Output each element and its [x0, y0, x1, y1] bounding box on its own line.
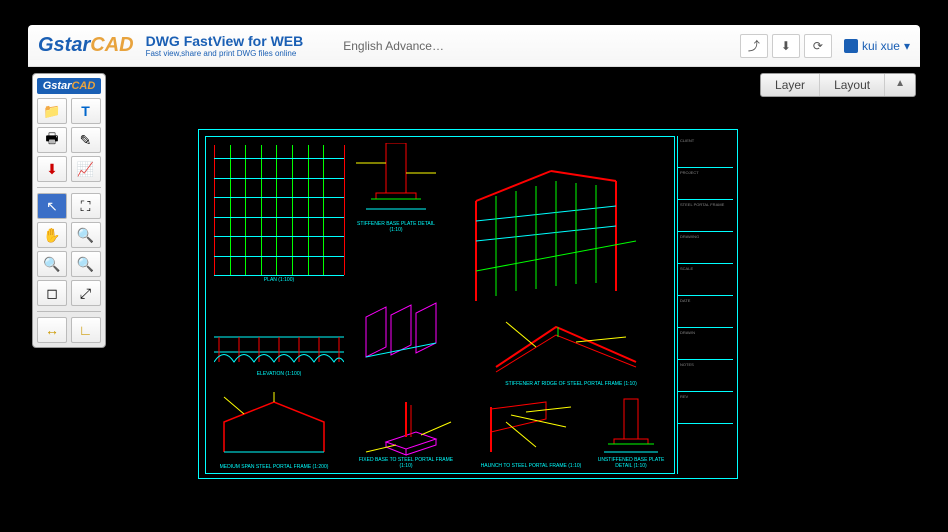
folder-icon: 📁 — [43, 103, 60, 120]
angle-icon: ∟ — [79, 322, 93, 338]
canvas-area[interactable]: GstarCAD 📁 T 🖶 ✎ ⬇ 📈 ↖ ⛶ ✋ 🔍 🔍 🔍 ◻ ⤢ ↔ — [28, 67, 920, 505]
plan-label: PLAN (1:100) — [214, 277, 344, 283]
logo-text-1: Gstar — [38, 34, 90, 56]
print-icon: 🖶 — [45, 128, 58, 152]
download-icon: ⬇ — [781, 39, 791, 53]
print-button[interactable]: 🖶 — [37, 127, 67, 153]
separator-2 — [37, 311, 101, 312]
tb-logo-2: CAD — [71, 80, 95, 92]
fit-button[interactable]: ⤢ — [71, 280, 101, 306]
header-bar: GstarCAD DWG FastView for WEB Fast view,… — [28, 25, 920, 67]
info-date: DATE — [678, 296, 733, 328]
info-rev: REV — [678, 392, 733, 424]
toolbar-logo: GstarCAD — [37, 78, 101, 94]
user-icon — [844, 39, 858, 53]
stiffener-label: STIFFENER AT RIDGE OF STEEL PORTAL FRAME… — [486, 381, 656, 387]
haunch-label: HAUNCH TO STEEL PORTAL FRAME (1:10) — [476, 463, 586, 469]
ruler-icon: ↔ — [45, 322, 59, 338]
logo-text-2: CAD — [90, 34, 133, 56]
refresh-icon: ⟳ — [813, 39, 823, 53]
haunch-detail: HAUNCH TO STEEL PORTAL FRAME (1:10) — [476, 397, 586, 469]
chart-icon: 📈 — [77, 161, 94, 178]
info-drawing: DRAWING — [678, 232, 733, 264]
ubase-label: UNSTIFFENED BASE PLATE DETAIL (1:10) — [596, 457, 666, 469]
info-title: STEEL PORTAL FRAME — [678, 200, 733, 232]
drawing-frame: PLAN (1:100) STIFFENER BASE PLATE DETAIL… — [205, 136, 675, 474]
right-panel: Layer Layout ▲ — [760, 73, 916, 97]
pan-button[interactable]: ✋ — [37, 222, 67, 248]
extents-button[interactable]: ⛶ — [71, 193, 101, 219]
angle-button[interactable]: ∟ — [71, 317, 101, 343]
open-button[interactable]: 📁 — [37, 98, 67, 124]
window-button[interactable]: ◻ — [37, 280, 67, 306]
zoom-in-icon: 🔍 — [43, 256, 60, 273]
left-toolbar: GstarCAD 📁 T 🖶 ✎ ⬇ 📈 ↖ ⛶ ✋ 🔍 🔍 🔍 ◻ ⤢ ↔ — [32, 73, 106, 348]
elevation-label: ELEVATION (1:100) — [214, 371, 344, 377]
share-button[interactable]: ⤴ — [740, 34, 768, 58]
chart-button[interactable]: 📈 — [71, 156, 101, 182]
text-icon: T — [81, 103, 90, 119]
user-menu[interactable]: kui xue ▾ — [844, 39, 910, 53]
portal-frame: MEDIUM SPAN STEEL PORTAL FRAME (1:200) — [214, 392, 334, 470]
elevation-view: ELEVATION (1:100) — [214, 307, 344, 377]
language-selector[interactable]: English Advance… — [343, 39, 444, 53]
title-block: DWG FastView for WEB Fast view,share and… — [146, 33, 304, 58]
refresh-button[interactable]: ⟳ — [804, 34, 832, 58]
tab-layer[interactable]: Layer — [761, 74, 820, 96]
info-scale: SCALE — [678, 264, 733, 296]
window-icon: ◻ — [46, 285, 58, 302]
user-name: kui xue — [862, 39, 900, 53]
select-button[interactable]: ↖ — [37, 193, 67, 219]
ridge-stiffener: STIFFENER AT RIDGE OF STEEL PORTAL FRAME… — [486, 317, 656, 387]
tab-layout[interactable]: Layout — [820, 74, 885, 96]
app-title: DWG FastView for WEB — [146, 33, 304, 49]
cursor-icon: ↖ — [46, 198, 58, 215]
fixed-base: FIXED BASE TO STEEL PORTAL FRAME (1:10) — [356, 397, 456, 469]
zoom-out-button[interactable]: 🔍 — [71, 251, 101, 277]
detail1-label: STIFFENER BASE PLATE DETAIL (1:10) — [356, 221, 436, 233]
unstiffened-base: UNSTIFFENED BASE PLATE DETAIL (1:10) — [596, 397, 666, 469]
info-client: CLIENT — [678, 136, 733, 168]
zoom-out-icon: 🔍 — [77, 256, 94, 273]
title-block-column: CLIENT PROJECT STEEL PORTAL FRAME DRAWIN… — [677, 136, 733, 474]
user-caret-icon: ▾ — [904, 39, 910, 53]
text-button[interactable]: T — [71, 98, 101, 124]
toolbar-grid: 📁 T 🖶 ✎ ⬇ 📈 ↖ ⛶ ✋ 🔍 🔍 🔍 ◻ ⤢ ↔ ∟ — [37, 98, 101, 343]
pdf-icon: ⬇ — [46, 161, 58, 178]
fit-icon: ⤢ — [80, 285, 91, 302]
edit-button[interactable]: ✎ — [71, 127, 101, 153]
pdf-button[interactable]: ⬇ — [37, 156, 67, 182]
hand-icon: ✋ — [43, 227, 60, 244]
info-project: PROJECT — [678, 168, 733, 200]
extents-icon: ⛶ — [81, 198, 91, 215]
isometric-view — [456, 141, 656, 311]
detail-baseplate: STIFFENER BASE PLATE DETAIL (1:10) — [356, 143, 436, 233]
zoom-button[interactable]: 🔍 — [71, 222, 101, 248]
app-subtitle: Fast view,share and print DWG files onli… — [146, 49, 304, 58]
app-logo: GstarCAD — [38, 34, 134, 57]
separator-1 — [37, 187, 101, 188]
portal-label: MEDIUM SPAN STEEL PORTAL FRAME (1:200) — [214, 464, 334, 470]
measure-button[interactable]: ↔ — [37, 317, 67, 343]
pencil-icon: ✎ — [80, 132, 92, 149]
info-drawn: DRAWN — [678, 328, 733, 360]
tb-logo-1: Gstar — [43, 80, 72, 92]
plan-view: PLAN (1:100) — [214, 145, 344, 285]
share-icon: ⤴ — [748, 37, 760, 54]
header-right: ⤴ ⬇ ⟳ kui xue ▾ — [740, 34, 910, 58]
panel-collapse-button[interactable]: ▲ — [885, 74, 915, 96]
download-button[interactable]: ⬇ — [772, 34, 800, 58]
zoom-in-button[interactable]: 🔍 — [37, 251, 67, 277]
purlin-3d — [356, 297, 446, 377]
base-label: FIXED BASE TO STEEL PORTAL FRAME (1:10) — [356, 457, 456, 469]
app-window: GstarCAD DWG FastView for WEB Fast view,… — [28, 25, 920, 505]
info-notes: NOTES — [678, 360, 733, 392]
cad-drawing: PLAN (1:100) STIFFENER BASE PLATE DETAIL… — [198, 129, 738, 479]
magnify-icon: 🔍 — [77, 227, 94, 244]
